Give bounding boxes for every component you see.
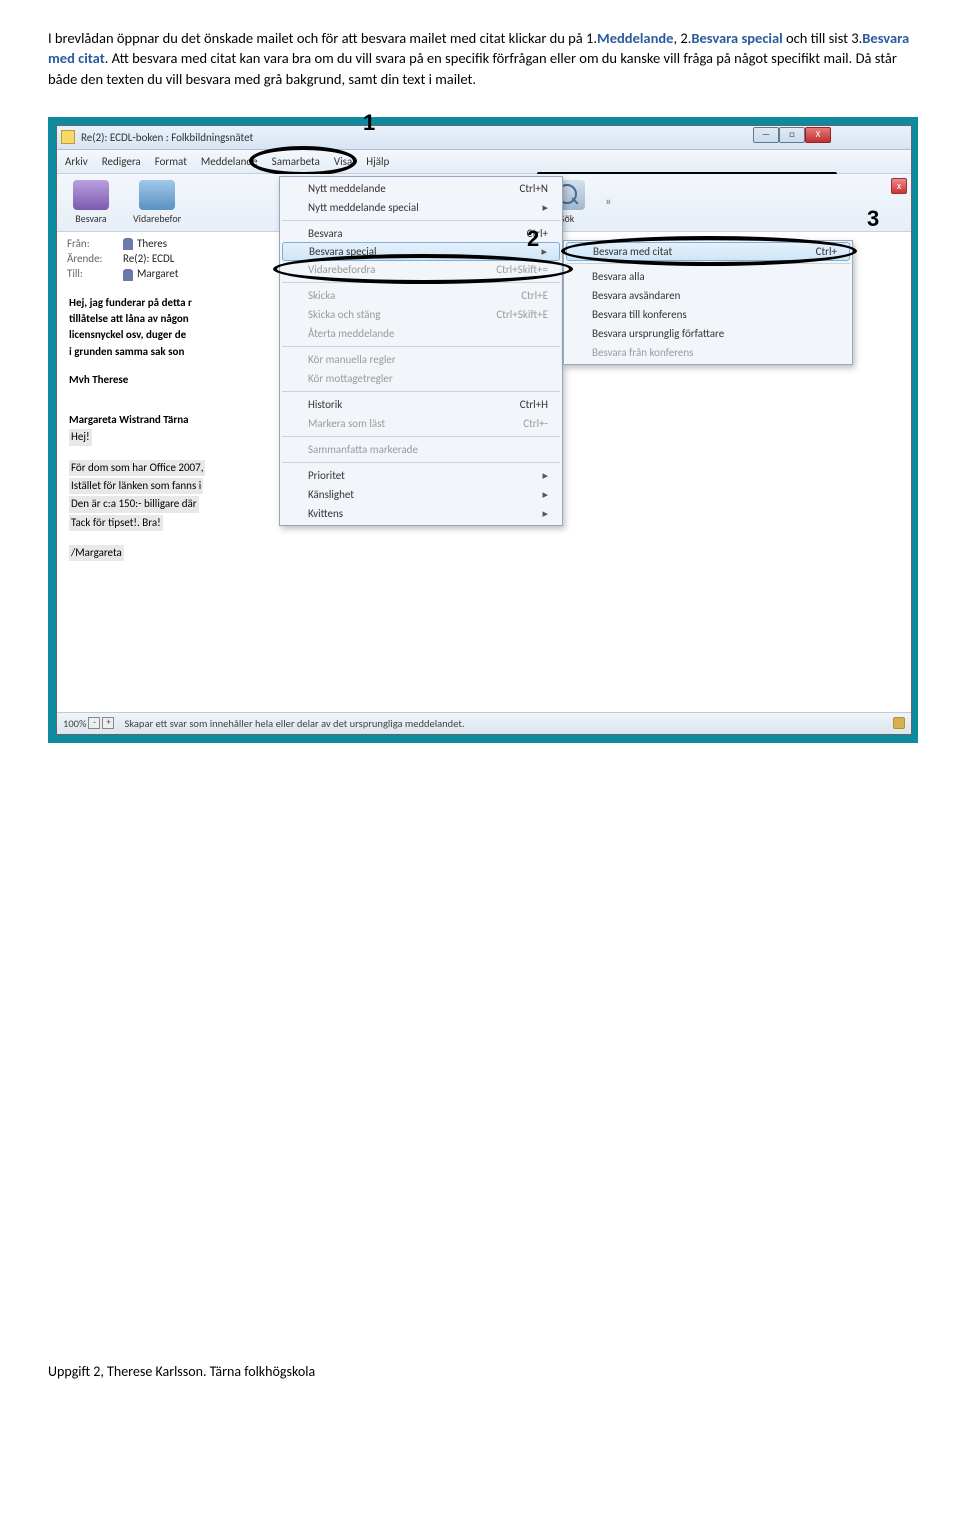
screenshot-frame: Re(2): ECDL-boken : Folkbildningsnätet —… xyxy=(48,117,918,743)
menu-item[interactable]: Känslighet xyxy=(280,485,562,504)
subject-value: Re(2): ECDL xyxy=(123,252,174,265)
reply-label: Besvara xyxy=(75,212,106,225)
menu-item[interactable]: Nytt meddelande special xyxy=(280,198,562,217)
forward-button[interactable]: Vidarebefor xyxy=(123,178,191,227)
menu-bar: Arkiv Redigera Format Meddelande Samarbe… xyxy=(57,150,911,174)
menu-item: Återta meddelande xyxy=(280,324,562,343)
menu-item: Sammanfatta markerade xyxy=(280,440,562,459)
subject-label: Ärende: xyxy=(67,252,123,265)
submenu-item[interactable]: Besvara med citatCtrl+ xyxy=(566,242,850,261)
menu-samarbeta[interactable]: Samarbeta xyxy=(272,155,320,168)
menu-item: Kör manuella regler xyxy=(280,350,562,369)
menu-redigera[interactable]: Redigera xyxy=(102,155,141,168)
status-bar: 100% - + Skapar ett svar som innehåller … xyxy=(57,712,911,734)
menu-item[interactable]: HistorikCtrl+H xyxy=(280,395,562,414)
submenu-item[interactable]: Besvara avsändaren xyxy=(564,286,852,305)
menu-arkiv[interactable]: Arkiv xyxy=(65,155,88,168)
minimize-button[interactable]: — xyxy=(753,127,779,143)
close-pane-button[interactable]: x xyxy=(891,178,907,194)
submenu-item: Besvara från konferens xyxy=(564,343,852,362)
menu-item[interactable]: Kvittens xyxy=(280,504,562,523)
quoted-text: Istället för länken som fanns i xyxy=(69,478,203,494)
from-label: Från: xyxy=(67,237,123,250)
menu-item[interactable]: BesvaraCtrl+ xyxy=(280,224,562,243)
menu-format[interactable]: Format xyxy=(155,155,187,168)
zoom-value: 100% xyxy=(63,717,86,730)
emphasis-meddelande: Meddelande xyxy=(597,29,673,47)
user-icon xyxy=(123,238,133,250)
annotation-label-3: 3 xyxy=(867,206,879,232)
mail-icon xyxy=(61,130,75,144)
quoted-text: Tack för tipset!. Bra! xyxy=(69,515,163,531)
meddelande-dropdown: Nytt meddelandeCtrl+NNytt meddelande spe… xyxy=(279,176,563,526)
menu-visa[interactable]: Visa xyxy=(334,155,352,168)
emphasis-besvara-special: Besvara special xyxy=(691,29,782,47)
to-value: Margaret xyxy=(123,267,178,280)
menu-meddelande[interactable]: Meddelande xyxy=(201,155,258,168)
menu-item: Skicka och stängCtrl+Skift+E xyxy=(280,305,562,324)
menu-item[interactable]: Nytt meddelandeCtrl+N xyxy=(280,179,562,198)
page-footer: Uppgift 2, Therese Karlsson. Tärna folkh… xyxy=(0,1363,960,1404)
window-title: Re(2): ECDL-boken : Folkbildningsnätet xyxy=(81,131,253,144)
zoom-out-icon[interactable]: - xyxy=(88,717,100,729)
close-button[interactable]: X xyxy=(805,127,831,143)
forward-icon xyxy=(139,180,175,210)
submenu-item[interactable]: Besvara alla xyxy=(564,267,852,286)
expand-toolbar-icon[interactable]: » xyxy=(599,195,617,209)
forward-label: Vidarebefor xyxy=(133,212,181,225)
reply-button[interactable]: Besvara xyxy=(63,178,119,227)
menu-item: VidarebefordraCtrl+Skift+= xyxy=(280,260,562,279)
from-value: Theres xyxy=(123,237,167,250)
quoted-text: Den är c:a 150:- billigare där xyxy=(69,496,199,512)
annotation-label-2: 2 xyxy=(527,226,539,252)
intro-text: och till sist 3. xyxy=(783,29,863,47)
besvara-special-submenu: Besvara med citatCtrl+Besvara allaBesvar… xyxy=(563,240,853,365)
window-titlebar: Re(2): ECDL-boken : Folkbildningsnätet —… xyxy=(57,126,911,150)
email-window: Re(2): ECDL-boken : Folkbildningsnätet —… xyxy=(56,125,912,735)
quoted-text: För dom som har Office 2007, xyxy=(69,460,205,476)
maximize-button[interactable]: □ xyxy=(779,127,805,143)
quoted-signature: /Margareta xyxy=(69,545,124,561)
intro-text: . Att besvara med citat kan vara bra om … xyxy=(48,49,897,87)
menu-item[interactable]: Prioritet xyxy=(280,466,562,485)
reply-icon xyxy=(73,180,109,210)
submenu-item[interactable]: Besvara till konferens xyxy=(564,305,852,324)
menu-hjalp[interactable]: Hjälp xyxy=(366,155,389,168)
zoom-control[interactable]: 100% - + xyxy=(63,717,114,730)
menu-item[interactable]: Besvara special xyxy=(282,242,560,261)
intro-text: , 2. xyxy=(673,29,691,47)
intro-paragraph: I brevlådan öppnar du det önskade mailet… xyxy=(48,28,912,89)
lock-icon xyxy=(893,717,905,729)
menu-item: Markera som lästCtrl+- xyxy=(280,414,562,433)
zoom-in-icon[interactable]: + xyxy=(102,717,114,729)
submenu-item[interactable]: Besvara ursprunglig författare xyxy=(564,324,852,343)
to-label: Till: xyxy=(67,267,123,280)
menu-item: Kör mottagetregler xyxy=(280,369,562,388)
intro-text: I brevlådan öppnar du det önskade mailet… xyxy=(48,29,597,47)
quoted-text: Hej! xyxy=(69,429,92,445)
status-text: Skapar ett svar som innehåller hela elle… xyxy=(124,717,464,730)
annotation-label-1: 1 xyxy=(363,110,375,136)
menu-item: SkickaCtrl+E xyxy=(280,286,562,305)
user-icon xyxy=(123,269,133,281)
